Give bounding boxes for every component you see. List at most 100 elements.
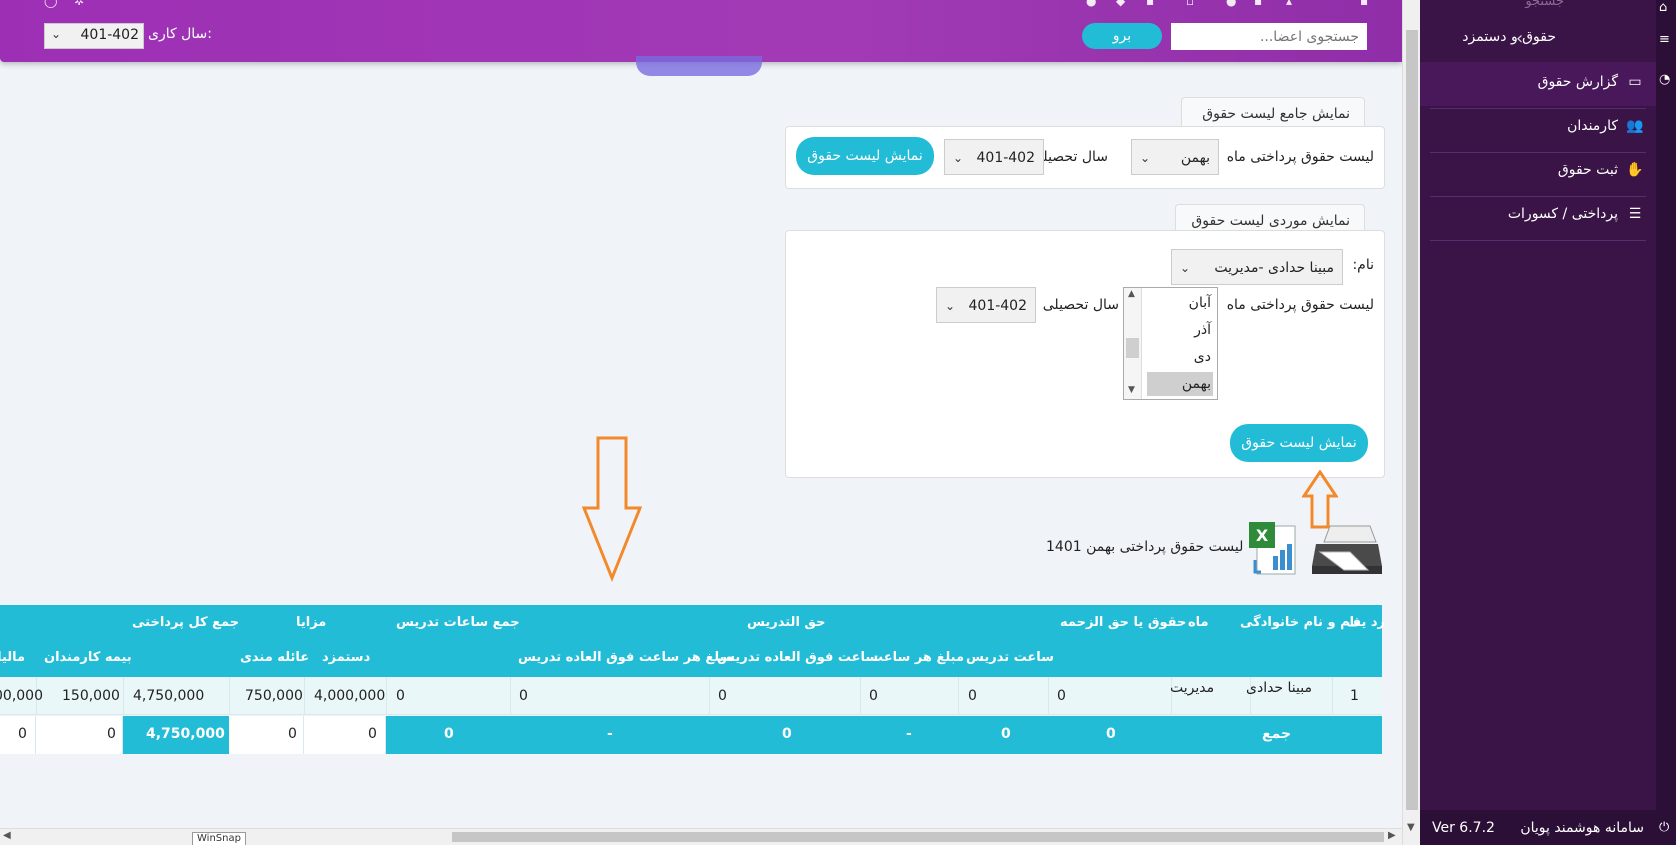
member-search-input[interactable] <box>1171 23 1367 50</box>
sum-insurance: 0 <box>107 726 116 742</box>
hidden-tab-pill <box>636 56 762 76</box>
sum-family: 0 <box>288 726 297 742</box>
pay-icon: ✋ <box>1626 162 1644 178</box>
month-option[interactable]: آذر <box>1147 318 1213 342</box>
flag-icon[interactable]: ▪ <box>1360 0 1368 8</box>
listbox-scrollbar[interactable]: ▲ ▼ <box>1124 288 1142 399</box>
report-title: لیست حقوق پرداختی بهمن 1401 <box>1046 539 1244 555</box>
cell-insurance: 150,000 <box>62 688 120 704</box>
work-year-value: 401-402 <box>80 27 140 43</box>
col-total-pay: جمع کل پرداختی <box>132 615 240 630</box>
cell-overtime-hours: 0 <box>718 688 727 704</box>
sum-hours-total: 0 <box>444 726 454 742</box>
upload-icon[interactable]: ▴ <box>1286 0 1292 8</box>
employee-select[interactable]: مبینا حدادی -مدیریت ⌄ <box>1171 249 1343 285</box>
dashboard-icon[interactable]: ◔ <box>1659 72 1670 87</box>
month-option[interactable]: دی <box>1147 345 1213 369</box>
col-hour-rate: مبلغ هر ساعت <box>870 650 965 665</box>
calendar-icon[interactable]: ▫ <box>1186 0 1194 8</box>
sidebar-item-payments-deductions[interactable]: ☰ پرداختی / کسورات <box>1508 199 1644 229</box>
chevron-down-icon: ⌄ <box>1140 151 1151 165</box>
scroll-down-icon[interactable]: ▼ <box>1407 822 1415 833</box>
report-icon: ▭ <box>1628 74 1642 90</box>
month-option-selected[interactable]: بهمن <box>1147 372 1213 396</box>
cell-teach-hours: 0 <box>968 688 977 704</box>
sidebar-search-hint: جستجو <box>1525 0 1564 9</box>
show-list-button[interactable]: نمایش لیست حقوق <box>1230 424 1368 462</box>
col-overtime-hours: ساعت فوق العاده تدریس <box>717 650 879 665</box>
sidebar-item-register-salary[interactable]: ✋ ثبت حقوق <box>1558 155 1644 185</box>
sum-overtime-rate: - <box>607 726 613 742</box>
show-list-button[interactable]: نمایش لیست حقوق <box>796 137 934 175</box>
month-listbox[interactable]: ▲ ▼ آبان آذر دی بهمن <box>1123 287 1218 400</box>
listbox-scroll-thumb[interactable] <box>1126 338 1139 358</box>
cell-hours-total: 0 <box>396 688 405 704</box>
col-hours-total: جمع ساعات تدریس <box>396 615 520 630</box>
school-year-label: سال تحصیلی <box>1042 297 1119 313</box>
vertical-scrollbar[interactable]: ▼ <box>1402 0 1420 845</box>
app-version: Ver 6.7.2 <box>1432 820 1495 836</box>
col-family: عائله مندی <box>240 650 310 665</box>
clock-icon[interactable]: ● <box>1086 0 1096 8</box>
month-select[interactable]: بهمن ⌄ <box>1131 139 1219 175</box>
doc-icon[interactable]: ▪ <box>1146 0 1154 8</box>
month-option[interactable]: آبان <box>1147 291 1213 315</box>
info-icon[interactable]: ● <box>1226 0 1236 8</box>
work-year-select[interactable]: 401-402 ⌄ <box>44 23 144 49</box>
individual-list-panel: نام: مبینا حدادی -مدیریت ⌄ لیست حقوق پرد… <box>785 230 1385 478</box>
cell-salary: 0 <box>1057 688 1066 704</box>
name-label: نام: <box>1352 257 1374 273</box>
sidebar-item-label: کارمندان <box>1567 118 1618 134</box>
sidebar-item-label: ثبت حقوق <box>1557 162 1618 178</box>
chevron-down-icon: ⌄ <box>945 299 956 313</box>
month-label: لیست حقوق پرداختی ماه <box>1226 149 1374 165</box>
home-icon[interactable]: ⌂ <box>1659 0 1667 15</box>
payroll-table: رد یف نام و نام خانوادگی ماه حقوق یا حق … <box>0 605 1385 755</box>
chat-icon[interactable]: ▪ <box>1254 0 1262 8</box>
month-value: بهمن <box>1180 150 1210 166</box>
school-year-value: 401-402 <box>968 298 1028 314</box>
sidebar-item-salary-report[interactable]: ▭ گزارش حقوق <box>1538 67 1644 97</box>
power-icon[interactable]: ⏻ <box>1659 820 1669 835</box>
horizontal-scroll-thumb[interactable] <box>452 832 1384 842</box>
scroll-left-icon[interactable]: ◀ <box>3 830 11 841</box>
sidebar-item-employees[interactable]: 👥 کارمندان <box>1567 111 1644 141</box>
icon-rail: ⌂ ≡ ◔ ⏻ <box>1656 0 1676 845</box>
scroll-up-icon[interactable]: ▲ <box>1128 289 1135 299</box>
sum-tax: 0 <box>18 726 27 742</box>
scroll-right-icon[interactable]: ▶ <box>1388 830 1396 841</box>
col-teach-hours: ساعت تدریس <box>966 650 1054 665</box>
school-year-select[interactable]: 401-402 ⌄ <box>944 139 1044 175</box>
sidebar-item-label: پرداختی / کسورات <box>1507 206 1618 222</box>
tab-comprehensive-list[interactable]: نمایش جامع لیست حقوق <box>1181 97 1365 127</box>
printer-icon[interactable] <box>1310 522 1384 578</box>
cell-overtime-rate: 0 <box>519 688 528 704</box>
winsnap-tooltip: WinSnap <box>192 832 246 845</box>
sidebar: جستجو ‹ حقوق و دستمزد ▭ گزارش حقوق 👥 کار… <box>1420 0 1656 845</box>
col-overtime-rate: مبلغ هر ساعت فوق العاده تدریس <box>518 650 733 665</box>
school-year-value: 401-402 <box>976 150 1036 166</box>
sidebar-item-payroll[interactable]: حقوق و دستمزد <box>1462 22 1556 52</box>
school-year-select[interactable]: 401-402 ⌄ <box>936 287 1036 323</box>
cell-family: 750,000 <box>245 688 303 704</box>
col-benefits: مزایا <box>296 615 327 630</box>
svg-text:X: X <box>1256 526 1269 545</box>
col-tax: مالیات <box>0 650 26 665</box>
sum-hour-rate: - <box>906 726 912 742</box>
sum-label: جمع <box>1262 726 1292 742</box>
go-button[interactable]: برو <box>1082 23 1162 49</box>
vertical-scroll-thumb[interactable] <box>1406 30 1418 810</box>
scroll-down-icon[interactable]: ▼ <box>1128 385 1135 395</box>
cell-month: مدیریت <box>1170 680 1215 696</box>
col-teaching: حق التدریس <box>747 615 826 630</box>
cell-tax: 00,000 <box>0 688 43 704</box>
menu-icon[interactable]: ≡ <box>1659 32 1670 47</box>
settings-icon[interactable]: ✲ <box>74 0 84 8</box>
comprehensive-list-panel: لیست حقوق پرداختی ماه بهمن ⌄ سال تحصیلی … <box>785 126 1385 189</box>
refresh-icon[interactable]: ◯ <box>44 0 57 8</box>
diamond-icon[interactable]: ◆ <box>1116 0 1125 8</box>
cell-hour-rate: 0 <box>869 688 878 704</box>
top-header: ◯ ✲ ● ◆ ▪ ▫ ● ▪ ▴ ▪ سال کاری: 401-402 ⌄ … <box>0 0 1402 62</box>
app-name: سامانه هوشمند پویان <box>1520 820 1644 836</box>
excel-export-icon[interactable]: X <box>1247 520 1303 578</box>
